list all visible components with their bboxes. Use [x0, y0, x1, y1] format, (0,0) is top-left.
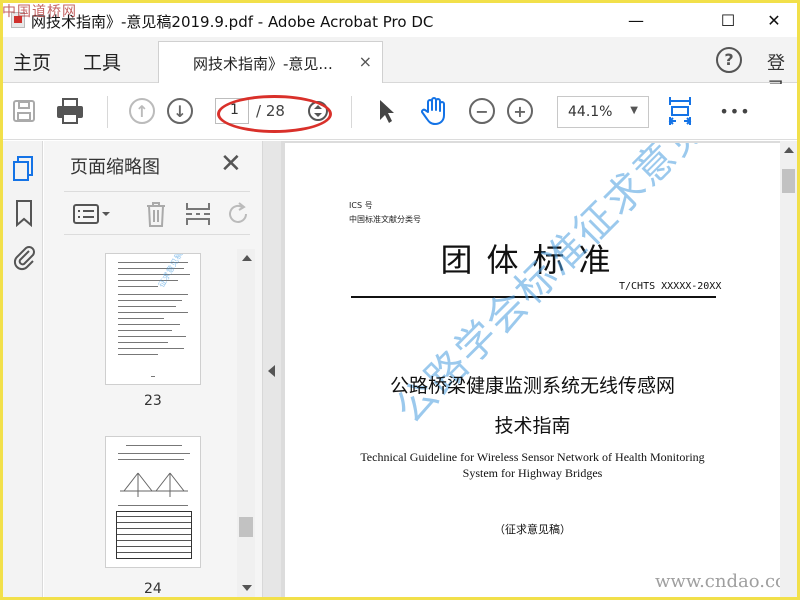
english-title-line-2: System for Highway Bridges [462, 466, 603, 480]
thumb-text-line [126, 445, 182, 446]
thumb-text-line [118, 324, 180, 325]
select-cursor-icon[interactable] [371, 96, 401, 126]
thumb-bridge-diagram [120, 472, 188, 497]
site-watermark-top: 中国道桥网 [2, 4, 77, 20]
scrollbar-thumb[interactable] [782, 169, 795, 193]
save-icon[interactable] [9, 96, 39, 126]
chevron-down-icon: ▼ [630, 105, 638, 116]
scroll-up-arrow[interactable] [784, 147, 794, 153]
thumb-text-line [118, 312, 188, 313]
page-thumbnail-24[interactable] [105, 436, 201, 568]
trash-icon[interactable] [144, 200, 168, 232]
standard-number: T/CHTS XXXXX-20XX [619, 281, 722, 292]
thumbnails-scrollbar[interactable] [237, 249, 255, 597]
collapse-pane-icon[interactable] [268, 365, 275, 377]
chinese-title-line-1: 公路桥梁健康监测系统无线传感网 [389, 375, 675, 397]
scroll-up-arrow[interactable] [242, 255, 252, 261]
hand-tool-icon[interactable] [419, 96, 449, 126]
maximize-button[interactable]: ☐ [705, 3, 751, 37]
page-thumbnails-pane: 页面缩略图 ✕ 征求意见稿 23 24 [44, 141, 263, 597]
scrollbar-thumb[interactable] [239, 517, 253, 537]
document-scrollbar[interactable] [780, 141, 797, 597]
minimize-button[interactable]: — [613, 3, 659, 37]
document-tab-close-icon[interactable]: × [359, 52, 372, 71]
thumb-text-line [118, 286, 158, 287]
menu-bar: 主页 工具 网技术指南》-意见... × ? 登录 [3, 37, 797, 100]
options-menu-icon[interactable] [72, 202, 112, 230]
toolbar: ↑ ↓ 1 / 28 − + 44.1% ▼ ••• [3, 84, 797, 140]
rotate-icon[interactable] [226, 200, 252, 232]
next-page-icon[interactable]: ↓ [165, 96, 195, 126]
close-window-button[interactable]: ✕ [751, 3, 797, 37]
thumbnail-tools [64, 191, 250, 235]
thumbnails-pane-title: 页面缩略图 [70, 157, 160, 178]
toolbar-divider [107, 96, 108, 128]
english-title-line-1: Technical Guideline for Wireless Sensor … [360, 450, 705, 464]
pane-splitter[interactable] [263, 141, 281, 597]
thumb-text-line [118, 453, 190, 454]
help-icon[interactable]: ? [716, 47, 742, 73]
document-tab[interactable]: 网技术指南》-意见... × [158, 41, 383, 83]
thumb-text-line [118, 336, 186, 337]
zoom-value: 44.1% [568, 104, 613, 120]
zoom-select[interactable]: 44.1% ▼ [557, 96, 649, 128]
thumb-text-line [118, 354, 158, 355]
thumbnail-page-number: 24 [144, 581, 162, 597]
left-navigation-pane [3, 141, 43, 597]
page-thumbnails-icon[interactable] [11, 155, 37, 183]
fit-width-icon[interactable] [665, 96, 695, 126]
page-thumbnail-23[interactable]: 征求意见稿 [105, 253, 201, 385]
previous-page-icon[interactable]: ↑ [127, 96, 157, 126]
thumb-text-line [118, 318, 164, 319]
chinese-title-line-2: 技术指南 [494, 415, 571, 437]
scroll-down-arrow[interactable] [242, 585, 252, 591]
title-bar: 网技术指南》-意见稿2019.9.pdf - Adobe Acrobat Pro… [3, 3, 797, 37]
insert-page-icon[interactable] [184, 200, 212, 232]
thumb-text-line [118, 294, 188, 295]
thumb-text-line [118, 300, 182, 301]
more-tools-icon[interactable]: ••• [715, 96, 755, 126]
toolbar-divider [351, 96, 352, 128]
menu-home[interactable]: 主页 [13, 48, 51, 75]
draft-label: （征求意见稿） [494, 523, 571, 536]
window-title: 网技术指南》-意见稿2019.9.pdf - Adobe Acrobat Pro… [31, 13, 434, 31]
zoom-out-icon[interactable]: − [467, 96, 497, 126]
document-tab-label: 网技术指南》-意见... [193, 55, 333, 73]
pdf-page: ICS 号 中国标准文献分类号 团体标准 T/CHTS XXXXX-20XX 公… [285, 143, 780, 597]
bookmarks-icon[interactable] [11, 199, 37, 228]
document-view[interactable]: ICS 号 中国标准文献分类号 团体标准 T/CHTS XXXXX-20XX 公… [281, 141, 780, 597]
thumb-page-number [151, 376, 155, 377]
thumb-text-line [118, 505, 188, 506]
red-annotation-oval [217, 95, 332, 133]
thumb-text-line [118, 342, 168, 343]
close-pane-icon[interactable]: ✕ [220, 149, 242, 179]
site-watermark-bottom: www.cndao.com [655, 571, 780, 592]
attachments-icon[interactable] [11, 243, 37, 271]
classification-number: 中国标准文献分类号 [349, 215, 421, 224]
zoom-in-icon[interactable]: + [505, 96, 535, 126]
thumb-text-line [118, 330, 172, 331]
thumbnail-page-number: 23 [144, 393, 162, 409]
ics-label: ICS 号 中国标准文献分类号 [349, 199, 421, 227]
thumb-text-line [118, 274, 190, 275]
thumb-watermark: 征求意见稿 [156, 253, 185, 289]
thumb-text-line [118, 459, 184, 460]
print-icon[interactable] [55, 96, 85, 126]
thumb-text-line [118, 306, 176, 307]
thumb-text-line [118, 348, 184, 349]
ics-number: ICS 号 [349, 201, 373, 210]
thumb-table [116, 511, 192, 559]
menu-tools[interactable]: 工具 [83, 48, 121, 75]
